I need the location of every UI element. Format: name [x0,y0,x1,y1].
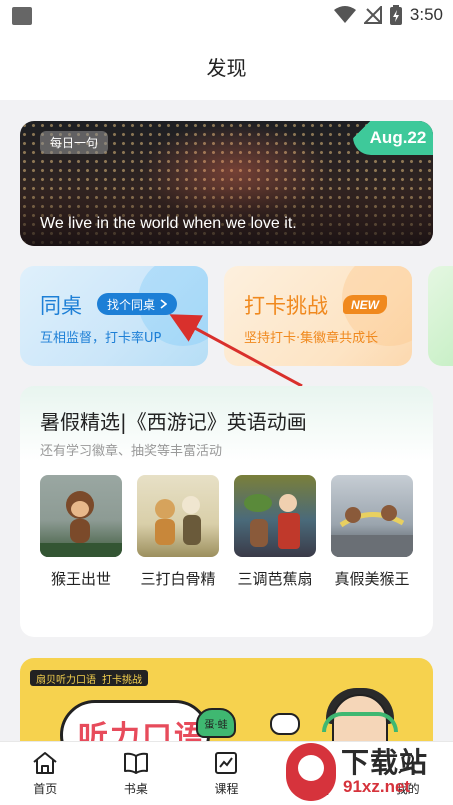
tab-courses-label: 课程 [214,781,239,796]
checkin-challenge-card[interactable]: 打卡挑战 NEW 坚持打卡·集徽章共成长 [224,266,412,366]
next-feature-card[interactable] [428,266,453,366]
battery-icon [389,5,402,25]
status-bar: 3:50 [0,0,453,32]
headphones-icon [322,712,398,732]
home-icon [33,751,57,774]
new-badge: NEW [343,295,387,314]
episode-title: 猴王出世 [50,570,111,588]
chart-icon [215,751,238,774]
episode-item[interactable]: 猴王出世 [40,475,122,592]
checkin-challenge-title: 打卡挑战 [244,294,328,318]
episode-thumbnail[interactable] [234,475,316,557]
episode-thumbnail[interactable] [331,475,413,557]
episode-item[interactable]: 三打白骨精 [137,475,219,592]
episode-list: 猴王出世 三打白骨精 三调芭蕉扇 真假美猴王 [40,475,413,592]
notification-icon [12,7,32,25]
deskmate-subtitle: 互相监督，打卡率UP [40,331,162,346]
daily-quote-text: We live in the world when we love it. [40,215,297,232]
episode-title: 三打白骨精 [140,570,216,588]
wifi-icon [333,6,356,23]
page-title-bar: 发现 [0,32,453,100]
chevron-right-icon [160,299,168,309]
episode-item[interactable]: 三调芭蕉扇 [234,475,316,592]
tab-home[interactable]: 首页 [0,742,91,805]
find-deskmate-label: 找个同桌 [107,297,156,312]
tab-home-label: 首页 [33,781,58,796]
daily-quote-banner[interactable]: 每日一句 Aug.22 We live in the world when we… [20,121,433,246]
status-icons: 3:50 [333,5,443,25]
episode-thumbnail[interactable] [137,475,219,557]
episode-title: 三调芭蕉扇 [237,570,313,588]
tab-desk-label: 书桌 [123,781,148,796]
daily-quote-tag: 每日一句 [40,131,109,154]
chat-bubble-icon [270,713,300,735]
promo-tag: 扇贝听力口语 打卡挑战 [30,670,148,686]
featured-section: 暑假精选|《西游记》英语动画 还有学习徽章、抽奖等丰富活动 猴王出世 三打白骨精… [20,386,433,637]
page-title: 发现 [206,55,247,80]
section-subtitle: 还有学习徽章、抽奖等丰富活动 [40,444,223,459]
checkin-challenge-subtitle: 坚持打卡·集徽章共成长 [244,331,379,346]
watermark: 下载站 91xz.net [271,741,451,805]
tab-courses[interactable]: 课程 [181,742,272,805]
banner-date: Aug.22 [353,121,433,155]
find-deskmate-button[interactable]: 找个同桌 [97,293,178,315]
episode-item[interactable]: 真假美猴王 [331,475,413,592]
tab-desk[interactable]: 书桌 [91,742,182,805]
feature-cards: 同桌 找个同桌 互相监督，打卡率UP 打卡挑战 NEW 坚持打卡·集徽章共成长 [20,266,453,366]
frog-icon: 蛋·蛙 [196,708,236,738]
deskmate-title: 同桌 [40,294,82,318]
episode-title: 真假美猴王 [334,570,410,588]
deskmate-card[interactable]: 同桌 找个同桌 互相监督，打卡率UP [20,266,208,366]
episode-thumbnail[interactable] [40,475,122,557]
no-signal-icon [363,6,382,24]
watermark-logo [286,743,336,801]
book-icon [123,752,148,774]
section-title: 暑假精选|《西游记》英语动画 [40,410,307,434]
status-time: 3:50 [409,5,443,24]
